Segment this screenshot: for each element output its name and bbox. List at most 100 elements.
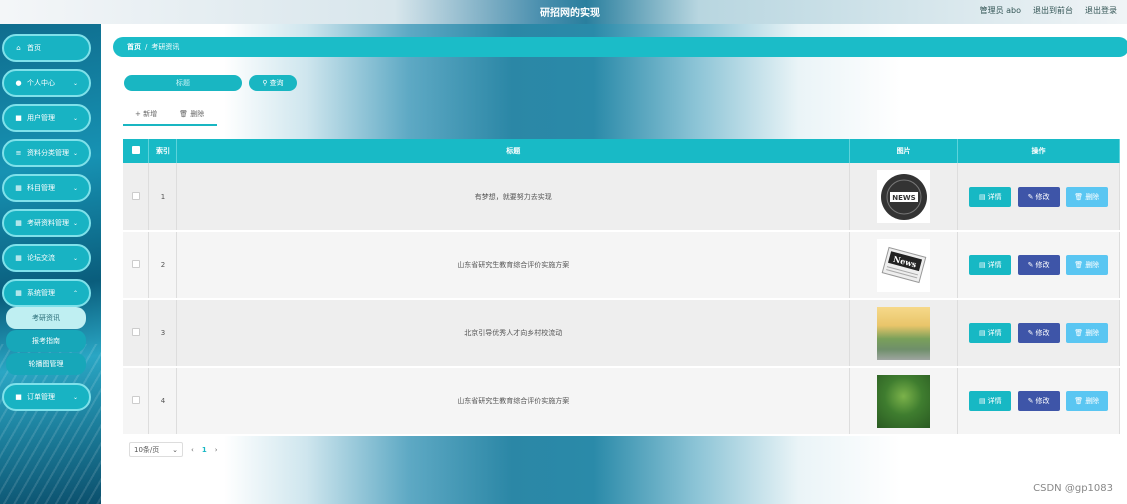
chevron-down-icon: ⌄ [73,219,79,227]
chevron-down-icon: ⌄ [73,149,79,157]
title-search-input[interactable] [124,75,242,91]
sidebar-item-label: 系统管理 [27,289,55,297]
batch-delete-button[interactable]: 🗑 删除 [179,109,204,119]
search-icon: ⚲ [262,80,268,87]
trash-icon: 🗑 [1074,262,1084,269]
news-table: 索引 标题 图片 操作 1 有梦想，就要努力去实现 NEWS ▤ 详情 ✎ 修改 🗑… [123,139,1120,436]
detail-button[interactable]: ▤ 详情 [969,186,1012,207]
sidebar: ⌂ 首页 ● 个人中心 ⌄ ■ 用户管理 ⌄ ≡ 资料分类管理 ⌄ ▦ 科目管理… [0,24,101,504]
prev-page-button[interactable]: ‹ [191,446,194,454]
sidebar-item-label: 用户管理 [27,114,55,122]
sidebar-item-label: 个人中心 [27,79,55,87]
app-title: 研招网的实现 [540,8,600,19]
column-index: 索引 [148,139,178,163]
detail-icon: ▤ [978,193,986,201]
sidebar-item-orders[interactable]: ■ 订单管理 ⌄ [2,383,91,411]
sidebar-item-home[interactable]: ⌂ 首页 [2,34,91,62]
delete-button[interactable]: 🗑 删除 [1065,255,1108,275]
detail-button[interactable]: ▤ 详情 [969,323,1012,343]
row-index: 2 [148,231,178,300]
detail-icon: ▤ [978,330,986,337]
breadcrumb-home[interactable]: 首页 [127,42,141,52]
edit-button[interactable]: ✎ 修改 [1017,391,1060,411]
detail-button[interactable]: ▤ 详情 [969,255,1012,275]
edit-button[interactable]: ✎ 修改 [1017,255,1060,275]
chevron-down-icon: ⌄ [73,393,79,401]
grid-icon: ▦ [15,184,22,192]
edit-label: 修改 [1035,330,1050,337]
page-number[interactable]: 1 [202,446,207,454]
sidebar-item-label: 论坛交流 [27,254,55,262]
chevron-down-icon: ⌄ [172,445,178,454]
detail-button[interactable]: ▤ 详情 [969,391,1012,411]
delete-button[interactable]: 🗑 删除 [1065,323,1108,343]
chevron-down-icon: ⌄ [73,114,79,122]
page-size-select[interactable]: 10条/页 ⌄ [129,442,183,457]
column-title: 标题 [176,139,851,163]
grid-icon: ▦ [15,219,22,227]
batch-delete-label: 删除 [190,110,205,118]
delete-label: 删除 [1085,398,1100,405]
sidebar-item-label: 首页 [27,44,41,52]
sidebar-item-category[interactable]: ≡ 资料分类管理 ⌄ [2,139,91,167]
row-checkbox[interactable] [131,191,140,200]
row-index: 3 [148,299,178,368]
edit-label: 修改 [1035,398,1050,405]
logout-link[interactable]: 退出登录 [1085,5,1117,16]
column-ops: 操作 [957,139,1120,163]
next-page-button[interactable]: › [215,446,218,454]
sidebar-item-forum[interactable]: ▦ 论坛交流 ⌄ [2,244,91,272]
grid-icon: ▦ [15,289,22,297]
search-button[interactable]: ⚲ 查询 [249,75,297,91]
trash-icon: 🗑 [1074,330,1084,337]
detail-icon: ▤ [978,262,986,269]
row-checkbox[interactable] [131,328,140,336]
sidebar-item-users[interactable]: ■ 用户管理 ⌄ [2,104,91,132]
delete-label: 删除 [1085,330,1100,337]
breadcrumb-separator: / [145,43,148,51]
sidebar-item-system[interactable]: ▦ 系统管理 ⌃ [2,279,91,307]
row-checkbox[interactable] [131,260,140,268]
sidebar-item-label: 科目管理 [27,184,55,192]
sidebar-item-materials[interactable]: ▦ 考研资料管理 ⌄ [2,209,91,237]
chevron-down-icon: ⌄ [73,79,79,87]
add-button[interactable]: + 新增 [135,109,157,119]
trash-icon: 🗑 [179,110,188,118]
edit-icon: ✎ [1027,193,1034,201]
edit-label: 修改 [1035,262,1050,269]
row-title: 有梦想，就要努力去实现 [176,163,851,232]
doc-icon: ■ [15,393,22,401]
submenu-item-news[interactable]: 考研资讯 [6,307,86,329]
select-all-checkbox[interactable] [131,146,140,154]
submenu-item-carousel[interactable]: 轮播图管理 [6,353,86,375]
top-header: 研招网的实现 管理员 abo 退出到前台 退出登录 [0,0,1127,24]
edit-label: 修改 [1035,193,1050,201]
submenu-item-guide[interactable]: 报考指南 [6,330,86,352]
table-row: 2 山东省研究生教育综合评价实施方案 News ▤ 详情 ✎ 修改 🗑 删除 [123,231,1120,300]
sidebar-item-subjects[interactable]: ▦ 科目管理 ⌄ [2,174,91,202]
pagination: 10条/页 ⌄ ‹ 1 › [129,442,218,457]
sidebar-item-profile[interactable]: ● 个人中心 ⌄ [2,69,91,97]
edit-icon: ✎ [1027,262,1034,269]
trash-icon: 🗑 [1074,193,1084,201]
row-title: 北京引导优秀人才向乡村校流动 [176,299,851,368]
page-size-value: 10条/页 [134,445,160,454]
park-path-image [877,374,931,428]
row-checkbox[interactable] [131,396,140,404]
detail-label: 详情 [987,193,1002,201]
row-title: 山东省研究生教育综合评价实施方案 [176,231,851,300]
edit-button[interactable]: ✎ 修改 [1017,323,1060,343]
detail-label: 详情 [987,398,1002,405]
search-button-label: 查询 [269,80,284,87]
admin-label: 管理员 abo [979,6,1021,15]
to-front-link[interactable]: 退出到前台 [1033,5,1073,16]
delete-button[interactable]: 🗑 删除 [1065,391,1108,411]
chevron-down-icon: ⌄ [73,184,79,192]
breadcrumb-current: 考研资讯 [151,43,180,51]
row-index: 1 [148,163,178,232]
table-header-row: 索引 标题 图片 操作 [123,139,1120,163]
delete-button[interactable]: 🗑 删除 [1065,186,1108,207]
edit-button[interactable]: ✎ 修改 [1017,186,1060,207]
card-icon: ■ [15,114,22,122]
sidebar-item-label: 资料分类管理 [27,149,69,157]
